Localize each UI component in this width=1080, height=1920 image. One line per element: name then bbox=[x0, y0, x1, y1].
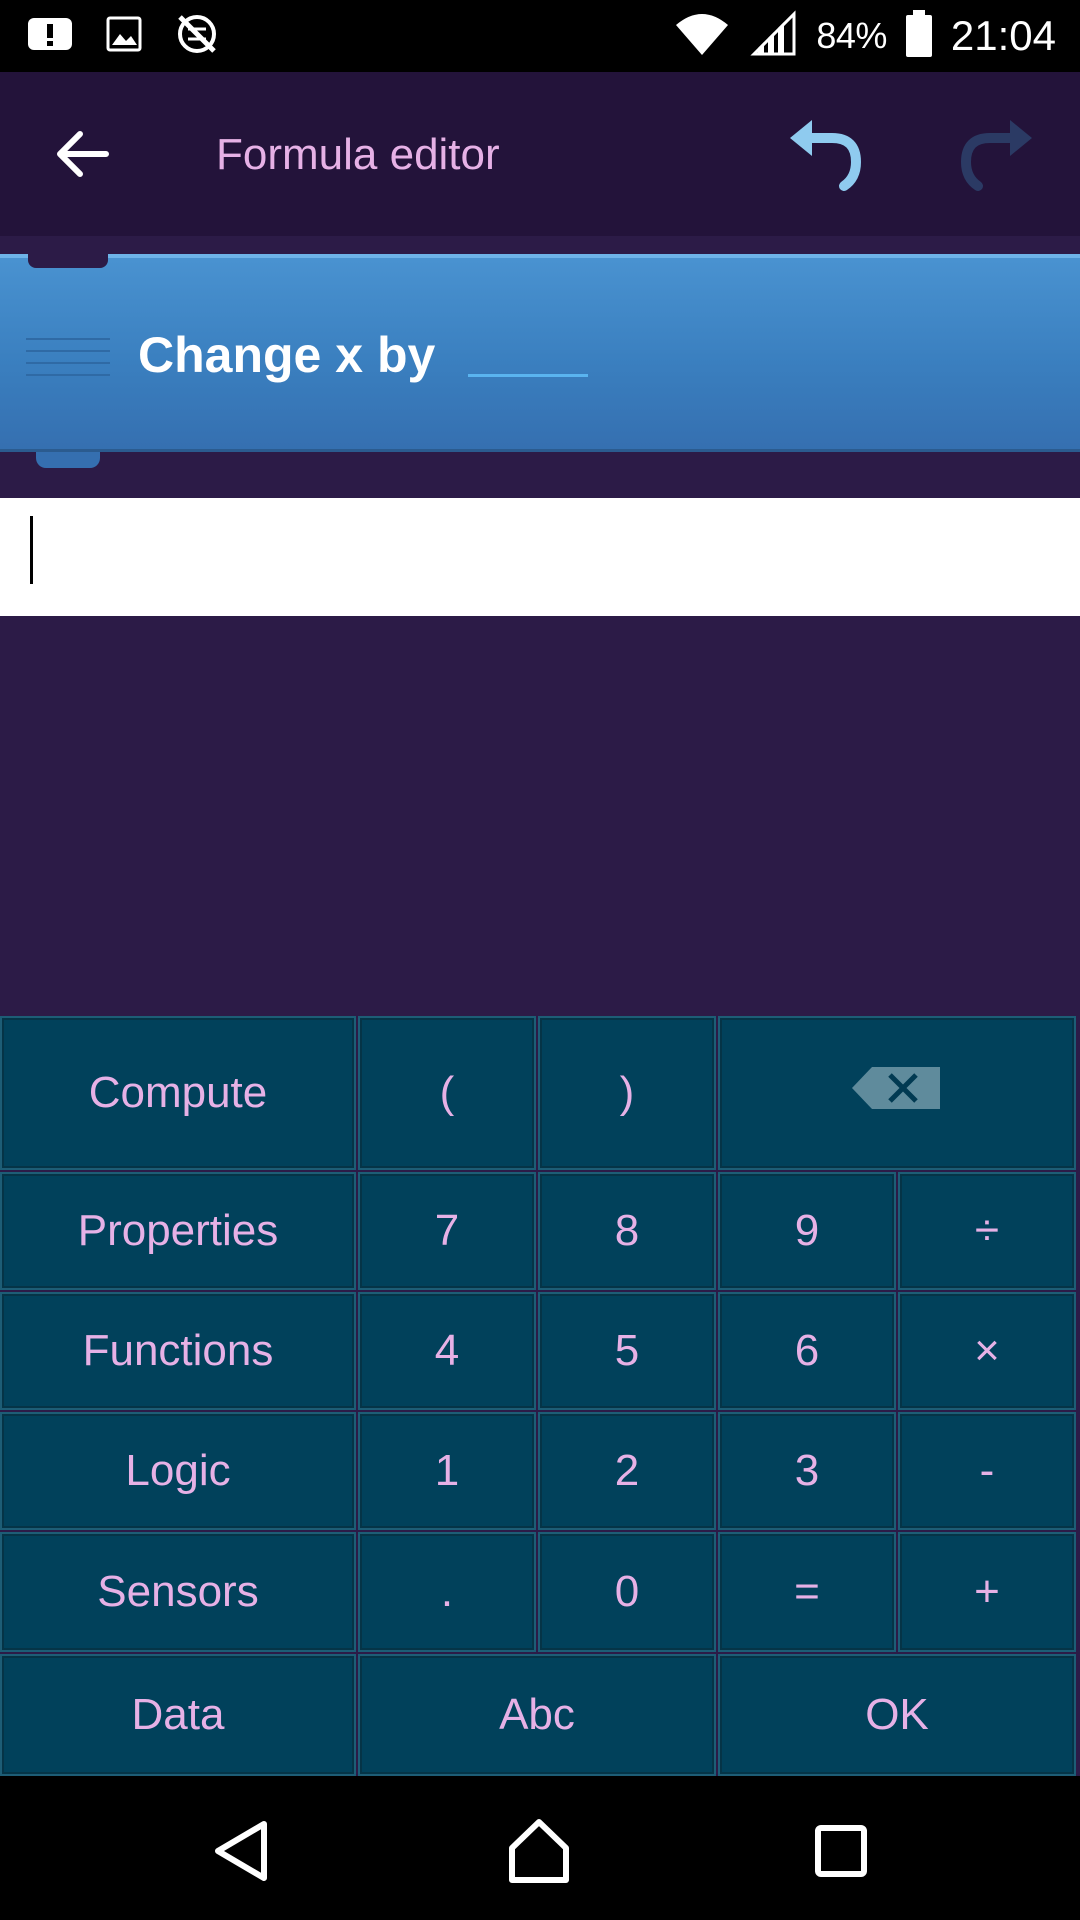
recents-icon bbox=[806, 1825, 876, 1890]
formula-input[interactable] bbox=[0, 498, 1080, 616]
image-icon bbox=[104, 14, 144, 59]
undo-icon bbox=[786, 120, 866, 196]
minus-key[interactable]: - bbox=[898, 1412, 1076, 1530]
back-button[interactable] bbox=[52, 124, 112, 184]
compute-button[interactable]: Compute bbox=[0, 1016, 356, 1170]
decimal-key[interactable]: . bbox=[358, 1532, 536, 1652]
text-cursor bbox=[30, 516, 33, 584]
sensors-button[interactable]: Sensors bbox=[0, 1532, 356, 1652]
digit-0-key[interactable]: 0 bbox=[538, 1532, 716, 1652]
home-icon bbox=[504, 1819, 574, 1890]
digit-3-key[interactable]: 3 bbox=[718, 1412, 896, 1530]
logic-button[interactable]: Logic bbox=[0, 1412, 356, 1530]
redo-icon bbox=[956, 120, 1036, 196]
brick-notch-bottom bbox=[36, 452, 100, 468]
digit-8-key[interactable]: 8 bbox=[538, 1172, 716, 1290]
digit-5-key[interactable]: 5 bbox=[538, 1292, 716, 1410]
formula-keypad: Compute ( ) Properties 7 8 9 ÷ Functions… bbox=[0, 1016, 1080, 1776]
properties-button[interactable]: Properties bbox=[0, 1172, 356, 1290]
close-paren-key[interactable]: ) bbox=[538, 1016, 716, 1170]
brick-notch-top bbox=[28, 254, 108, 268]
open-paren-key[interactable]: ( bbox=[358, 1016, 536, 1170]
brick-area: Change x by bbox=[0, 236, 1080, 498]
divide-key[interactable]: ÷ bbox=[898, 1172, 1076, 1290]
digit-4-key[interactable]: 4 bbox=[358, 1292, 536, 1410]
app-bar: Formula editor bbox=[0, 72, 1080, 236]
multiply-key[interactable]: × bbox=[898, 1292, 1076, 1410]
wifi-icon bbox=[672, 9, 732, 64]
no-sync-icon bbox=[174, 11, 220, 62]
digit-6-key[interactable]: 6 bbox=[718, 1292, 896, 1410]
battery-percent: 84% bbox=[816, 15, 887, 56]
plus-key[interactable]: + bbox=[898, 1532, 1076, 1652]
status-bar: 84% 21:04 bbox=[0, 0, 1080, 72]
digit-9-key[interactable]: 9 bbox=[718, 1172, 896, 1290]
ok-button[interactable]: OK bbox=[718, 1654, 1076, 1776]
arrow-back-icon bbox=[52, 131, 112, 188]
redo-button[interactable] bbox=[956, 116, 1036, 192]
functions-button[interactable]: Functions bbox=[0, 1292, 356, 1410]
abc-button[interactable]: Abc bbox=[358, 1654, 716, 1776]
digit-2-key[interactable]: 2 bbox=[538, 1412, 716, 1530]
data-button[interactable]: Data bbox=[0, 1654, 356, 1776]
backspace-key[interactable] bbox=[718, 1016, 1076, 1170]
nav-back-button[interactable] bbox=[206, 1816, 276, 1886]
nav-home-button[interactable] bbox=[504, 1816, 574, 1886]
navigation-bar bbox=[0, 1776, 1080, 1920]
nav-recents-button[interactable] bbox=[806, 1816, 876, 1886]
battery-icon bbox=[905, 9, 933, 63]
brick-value-field[interactable] bbox=[468, 374, 588, 377]
brick-label: Change x by bbox=[138, 327, 436, 383]
digit-1-key[interactable]: 1 bbox=[358, 1412, 536, 1530]
drag-handle-icon bbox=[26, 338, 110, 378]
undo-button[interactable] bbox=[786, 116, 866, 192]
backspace-icon bbox=[852, 1065, 942, 1122]
alert-icon bbox=[26, 14, 74, 59]
signal-icon bbox=[750, 9, 798, 63]
equals-key[interactable]: = bbox=[718, 1532, 896, 1652]
clock: 21:04 bbox=[950, 12, 1056, 59]
digit-7-key[interactable]: 7 bbox=[358, 1172, 536, 1290]
page-title: Formula editor bbox=[216, 130, 500, 179]
triangle-back-icon bbox=[206, 1821, 276, 1890]
